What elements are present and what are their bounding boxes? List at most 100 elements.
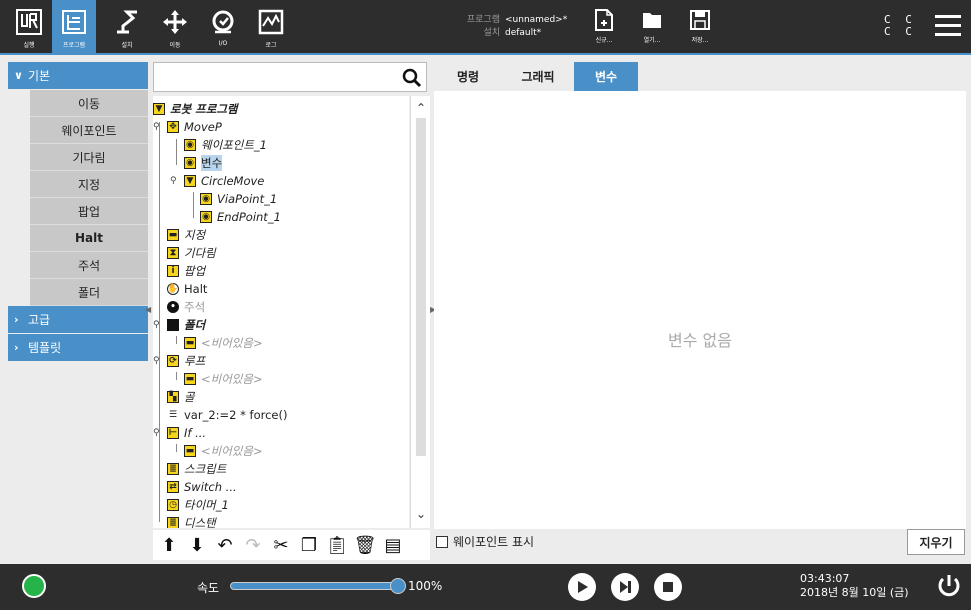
assign-bar-icon: ▬ <box>184 336 196 349</box>
show-waypoints-checkbox[interactable]: 웨이포인트 표시 <box>436 533 534 550</box>
save-button[interactable]: 저장... <box>680 8 720 52</box>
clear-button[interactable]: 지우기 <box>907 529 965 555</box>
power-icon[interactable] <box>935 572 963 600</box>
tree-node-wait[interactable]: ⧗ 기다림 <box>167 244 216 261</box>
tree-node-switch[interactable]: ⇄ Switch ... <box>167 478 237 495</box>
move-down-icon[interactable]: ⬇ <box>185 533 209 557</box>
undo-icon[interactable]: ↶ <box>213 533 237 557</box>
tree-node-empty[interactable]: ▬ <비어있음> <box>184 442 263 459</box>
move-up-icon[interactable]: ⬆ <box>157 533 181 557</box>
move-arrows-icon: ✥ <box>167 120 179 133</box>
tree-node-empty[interactable]: ▬ <비어있음> <box>184 370 263 387</box>
sidebar-item-comment[interactable]: 주석 <box>30 252 148 279</box>
suppress-icon[interactable]: ▤ <box>381 533 405 557</box>
play-button[interactable] <box>568 573 596 601</box>
tree-node-variable[interactable]: ◉ 변수 <box>184 154 223 171</box>
pin-icon: ⚲ <box>153 356 160 366</box>
category-advanced-label: 고급 <box>28 313 51 327</box>
stop-button[interactable] <box>654 573 682 601</box>
no-variables-text: 변수 없음 <box>668 331 732 350</box>
speed-slider-knob[interactable] <box>390 578 406 594</box>
tree-scrollbar[interactable]: ⌃ ⌄ <box>410 96 430 528</box>
hamburger-menu-icon[interactable] <box>935 15 961 37</box>
cut-icon[interactable]: ✂ <box>269 533 293 557</box>
search-input[interactable] <box>158 67 398 87</box>
detail-tabs: 명령 그래픽 변수 <box>434 62 971 91</box>
nav-run[interactable]: 실행 <box>6 0 52 55</box>
sidebar-item-folder[interactable]: 폴더 <box>30 279 148 306</box>
tree-node-var-assign[interactable]: ☰ var_2:=2 * force() <box>167 406 288 423</box>
installation-value: default* <box>505 28 542 38</box>
step-button[interactable] <box>611 573 639 601</box>
tree-node-last[interactable]: ≣ 디스탠 <box>167 514 216 528</box>
tree-connector <box>176 444 177 452</box>
sidebar-item-waypoint[interactable]: 웨이포인트 <box>30 117 148 144</box>
open-button[interactable]: 열기... <box>632 8 672 52</box>
hourglass-icon: ⧗ <box>167 246 179 259</box>
tree-node-root[interactable]: ▼ 로봇 프로그램 <box>153 100 237 117</box>
script-icon: ≣ <box>167 462 179 475</box>
nav-program[interactable]: 프로그램 <box>52 0 96 55</box>
paste-icon[interactable]: 📋︎ <box>325 533 349 557</box>
chevron-down-icon[interactable]: ⌄ <box>413 506 429 522</box>
tree-connector <box>193 192 194 218</box>
tab-command[interactable]: 명령 <box>434 62 502 91</box>
tree-node-if[interactable]: ⊢ If ... <box>167 424 206 441</box>
tree-node-endpoint[interactable]: ◉ EndPoint_1 <box>200 208 281 225</box>
timer-icon: ◷ <box>167 498 179 511</box>
tree-node-waypoint1[interactable]: ◉ 웨이포인트_1 <box>184 136 267 153</box>
tree-node-goal[interactable]: ▚ 골 <box>167 388 195 405</box>
clock-time: 03:43:07 <box>800 572 850 585</box>
tree-node-timer[interactable]: ◷ 타이머_1 <box>167 496 229 513</box>
left-splitter-handle-icon[interactable]: ◀ <box>145 305 153 317</box>
sidebar-item-halt[interactable]: Halt <box>30 225 148 252</box>
sidebar-item-wait[interactable]: 기다림 <box>30 144 148 171</box>
tree-node-empty[interactable]: ▬ <비어있음> <box>184 334 263 351</box>
tree-node-loop[interactable]: ⟳ 루프 <box>167 352 205 369</box>
tree-node-folder[interactable]: 폴더 <box>167 316 205 333</box>
play-icon <box>578 581 588 593</box>
tree-node-popup[interactable]: i 팝업 <box>167 262 205 279</box>
tree-node-movep[interactable]: ✥ MoveP <box>167 118 222 135</box>
sidebar-item-move[interactable]: 이동 <box>30 90 148 117</box>
speed-slider[interactable] <box>230 578 406 594</box>
ur-logo-icon <box>16 9 42 35</box>
pin-icon: ⚲ <box>153 320 160 330</box>
scrollbar-thumb[interactable] <box>416 118 426 456</box>
waypoint-icon: ◉ <box>200 192 212 205</box>
delete-icon[interactable]: 🗑︎ <box>353 533 377 557</box>
tree-connector <box>176 372 177 380</box>
program-tree-icon <box>62 10 86 34</box>
triangle-down-icon: ▼ <box>184 174 196 187</box>
chevron-up-icon[interactable]: ⌃ <box>413 100 429 116</box>
tree-node-comment[interactable]: • 주석 <box>167 298 205 315</box>
tree-node-halt[interactable]: ✋ Halt <box>167 280 207 297</box>
nav-move[interactable]: 이동 <box>152 0 198 55</box>
checkbox-box[interactable] <box>436 535 448 548</box>
tree-connector <box>176 139 177 165</box>
category-advanced[interactable]: › 고급 <box>8 306 148 333</box>
program-info: 프로그램 <unnamed>* 설치 default* <box>440 14 567 40</box>
nav-installation[interactable]: 설치 <box>104 0 150 55</box>
tree-node-assign[interactable]: ▬ 지정 <box>167 226 205 243</box>
sidebar-item-popup[interactable]: 팝업 <box>30 198 148 225</box>
tree-node-circlemove[interactable]: ▼ CircleMove <box>184 172 264 189</box>
sidebar-item-set[interactable]: 지정 <box>30 171 148 198</box>
detail-pane: 명령 그래픽 변수 변수 없음 웨이포인트 표시 지우기 <box>434 62 971 560</box>
tab-graphics[interactable]: 그래픽 <box>504 62 572 91</box>
search-icon[interactable] <box>402 68 422 88</box>
new-button[interactable]: 신규... <box>584 8 624 52</box>
nav-io[interactable]: I/O <box>200 0 246 55</box>
nav-log[interactable]: 로그 <box>248 0 294 55</box>
save-button-label: 저장... <box>691 37 709 44</box>
category-templates[interactable]: › 템플릿 <box>8 334 148 361</box>
open-folder-icon <box>643 13 661 28</box>
copy-icon[interactable]: ❐ <box>297 533 321 557</box>
category-basic[interactable]: ∨ 기본 <box>8 62 148 89</box>
tree-node-script[interactable]: ≣ 스크립트 <box>167 460 226 477</box>
redo-icon[interactable]: ↷ <box>241 533 265 557</box>
tree-node-viapoint[interactable]: ◉ ViaPoint_1 <box>200 190 277 207</box>
robot-status-indicator[interactable] <box>22 574 46 598</box>
tab-variables[interactable]: 변수 <box>574 62 638 91</box>
nav-move-label: 이동 <box>169 42 181 49</box>
